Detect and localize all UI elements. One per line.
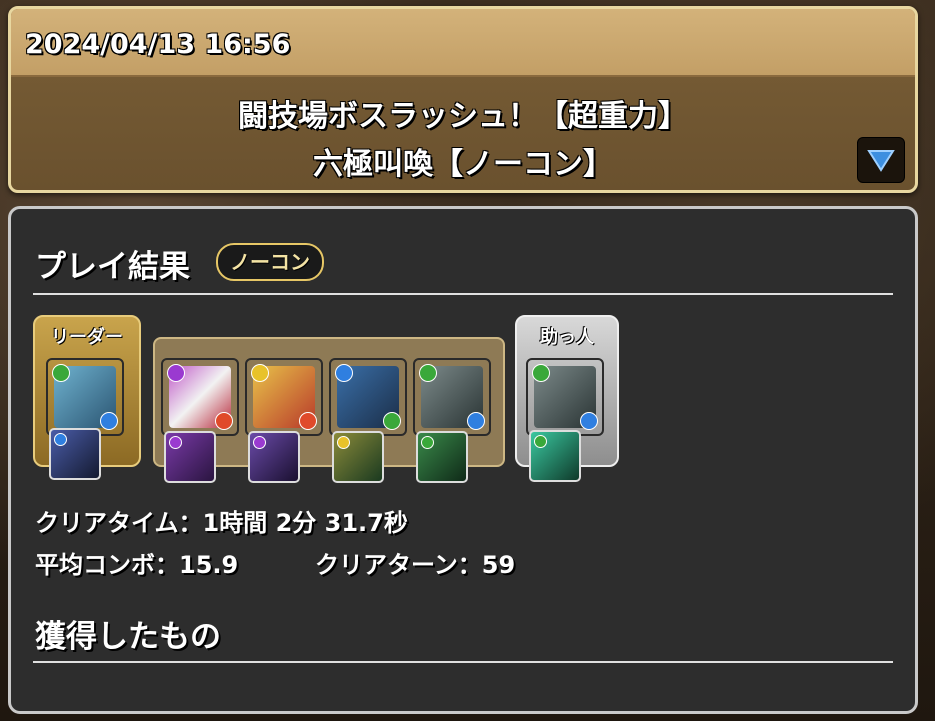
sub-monster-icon[interactable] (245, 358, 323, 436)
sub-monster-icon[interactable] (413, 358, 491, 436)
clear-turns-text: クリアターン：59 (315, 551, 516, 579)
sub-monster-icon[interactable] (161, 358, 239, 436)
assist-equip-icon[interactable] (529, 430, 581, 482)
assist-equip-icon[interactable] (416, 431, 468, 483)
assist-equip-icon[interactable] (164, 431, 216, 483)
triangle-down-icon (867, 150, 895, 172)
divider (33, 661, 893, 663)
assist-equip-icon[interactable] (49, 428, 101, 480)
average-combo-text: 平均コンボ：15.9 (35, 551, 239, 579)
floor-title: 六極叫喚【ノーコン】 (313, 147, 613, 182)
divider (33, 293, 893, 295)
clear-time-text: クリアタイム：1時間 2分 31.7秒 (35, 509, 408, 537)
no-continue-badge: ノーコン (216, 243, 324, 281)
quest-header-panel: 2024/04/13 16:56 闘技場ボスラッシュ！【超重力】 六極叫喚【ノー… (8, 6, 918, 193)
play-result-panel: プレイ結果 ノーコン リーダー 助っ人 クリアタイム：1時間 2分 31.7秒 … (8, 206, 918, 714)
helper-label: 助っ人 (540, 327, 594, 348)
sub-monster-icon[interactable] (329, 358, 407, 436)
play-result-title: プレイ結果 (35, 249, 190, 285)
assist-equip-icon[interactable] (248, 431, 300, 483)
helper-monster-icon[interactable] (526, 358, 604, 436)
leader-monster-icon[interactable] (46, 358, 124, 436)
play-datetime: 2024/04/13 16:56 (25, 29, 291, 60)
assist-equip-icon[interactable] (332, 431, 384, 483)
rewards-title: 獲得したもの (35, 619, 221, 655)
dungeon-title: 闘技場ボスラッシュ！【超重力】 (238, 99, 688, 134)
expand-toggle-button[interactable] (857, 137, 905, 183)
leader-label: リーダー (51, 327, 123, 348)
